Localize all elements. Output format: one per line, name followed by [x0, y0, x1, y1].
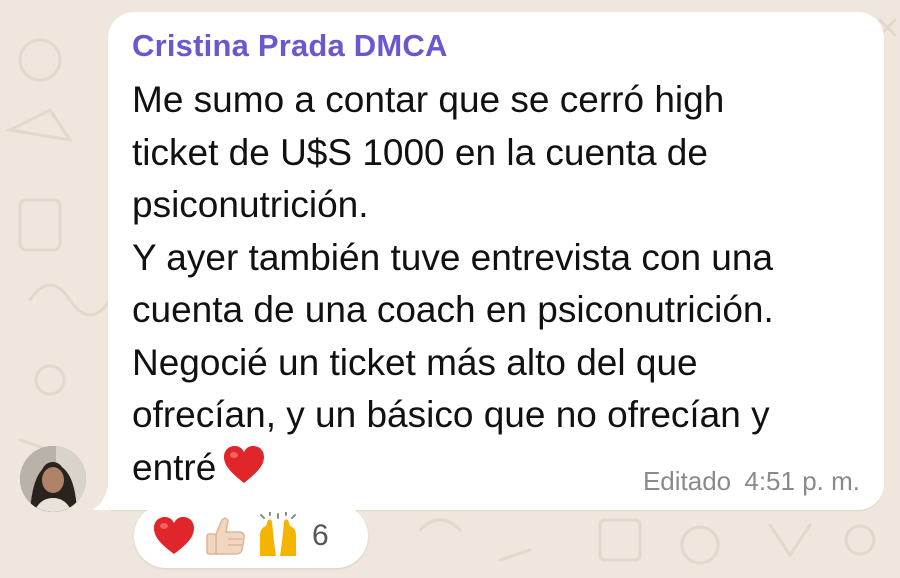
message-time: 4:51 p. m. — [744, 466, 860, 496]
avatar-photo — [20, 446, 86, 512]
message-bubble[interactable]: Cristina Prada DMCA Me sumo a contar que… — [108, 12, 884, 510]
edited-label: Editado — [642, 466, 732, 496]
message-line: Y ayer también tuve entrevista con una — [132, 236, 774, 278]
message-text: Me sumo a contar que se cerró high ticke… — [132, 74, 872, 494]
sender-name[interactable]: Cristina Prada DMCA — [132, 28, 448, 64]
message-line: Negocié un ticket más alto del que — [132, 341, 698, 383]
message-line: psiconutrición. — [132, 184, 369, 225]
message-line: ofrecían, y un básico que no ofrecían y — [132, 394, 770, 435]
heart-icon — [154, 517, 194, 554]
thumbs-up-icon — [206, 517, 245, 555]
message-meta: Editado 4:51 p. m. — [643, 466, 860, 497]
heart-icon — [224, 445, 265, 483]
reactions-pill[interactable]: 6 — [134, 504, 368, 568]
message-line: Me sumo a contar que se cerró high — [132, 79, 725, 120]
message-line: cuenta de una coach en psiconutrición. — [132, 289, 774, 330]
sender-avatar[interactable] — [20, 446, 86, 512]
message-line: ticket de U$S 1000 en la cuenta de — [132, 131, 708, 173]
reaction-count: 6 — [312, 519, 329, 552]
message-line: entré — [132, 446, 217, 488]
raised-hands-icon — [260, 512, 296, 556]
